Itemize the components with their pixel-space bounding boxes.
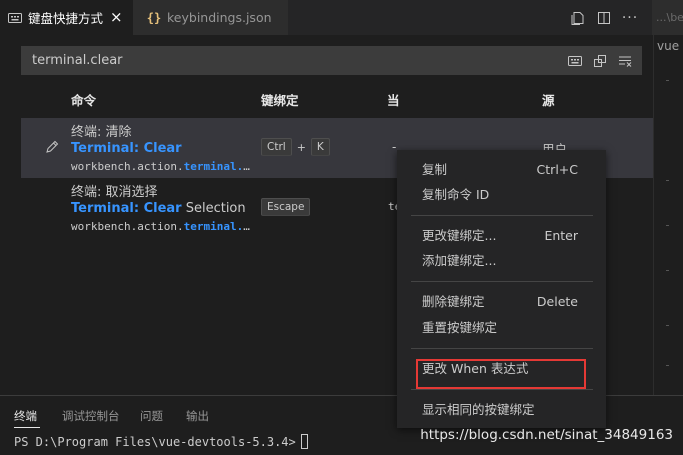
open-json-icon[interactable] xyxy=(565,8,591,28)
split-editor-tab[interactable]: ...\be xyxy=(652,0,683,35)
tab-output[interactable]: 输出 xyxy=(186,408,209,424)
keyboard-icon xyxy=(7,10,23,26)
json-braces-icon: {} xyxy=(146,10,162,25)
key-ctrl: Ctrl xyxy=(261,138,292,156)
menu-item-label: 添加键绑定... xyxy=(422,253,497,268)
command-label: Terminal: Clear Selection xyxy=(71,201,246,216)
match-highlight: Terminal: Clear xyxy=(71,201,182,216)
menu-separator xyxy=(411,348,593,349)
key-k: K xyxy=(310,138,330,156)
menu-item-reset-keybinding[interactable]: 重置按键绑定 xyxy=(397,315,606,341)
keybinding-search-box xyxy=(21,46,642,75)
keybinding: Ctrl + K xyxy=(261,138,330,156)
tab-debug-console[interactable]: 调试控制台 xyxy=(62,408,120,424)
clear-search-icon[interactable] xyxy=(615,51,635,71)
editor-actions: ··· xyxy=(565,0,643,35)
menu-item-shortcut: Delete xyxy=(536,294,578,309)
id-prefix: workbench.action. xyxy=(71,220,184,233)
sort-by-precedence-icon[interactable] xyxy=(590,51,610,71)
when-clause: - xyxy=(392,140,397,154)
tab-keybindings-json[interactable]: {} keybindings.json xyxy=(133,0,288,35)
command-title: 终端: 清除 xyxy=(71,125,132,140)
match-highlight: Terminal: Clear xyxy=(71,141,182,156)
breadcrumb: vue xyxy=(657,39,680,53)
terminal-prompt-line[interactable]: PS D:\Program Files\vue-devtools-5.3.4> xyxy=(14,434,308,449)
tab-label: 键盘快捷方式 xyxy=(28,11,104,26)
id-prefix: workbench.action. xyxy=(71,160,184,173)
command-label: Terminal: Clear xyxy=(71,141,182,156)
editor-tab-bar: 键盘快捷方式 × {} keybindings.json ··· ...\be xyxy=(0,0,683,35)
search-input[interactable] xyxy=(22,47,542,74)
menu-item-add-keybinding[interactable]: 添加键绑定... xyxy=(397,248,606,274)
match-highlight: terminal. xyxy=(183,160,244,173)
column-header-command: 命令 xyxy=(71,93,97,108)
menu-item-copy[interactable]: 复制 Ctrl+C xyxy=(397,157,606,183)
search-tools xyxy=(565,51,635,71)
split-editor-icon[interactable] xyxy=(591,8,617,28)
annotation-highlight-box xyxy=(416,359,586,389)
id-suffix: … xyxy=(243,160,250,173)
menu-separator xyxy=(411,389,593,390)
line-marker xyxy=(666,180,669,181)
line-marker xyxy=(666,225,669,226)
column-header-when: 当 xyxy=(387,93,400,108)
watermark-text: https://blog.csdn.net/sinat_34849163 xyxy=(420,427,673,443)
line-marker xyxy=(666,365,669,366)
pencil-icon[interactable] xyxy=(43,138,61,156)
tab-terminal[interactable]: 终端 xyxy=(14,408,37,424)
command-id: workbench.action.terminal.… xyxy=(71,160,250,173)
menu-separator xyxy=(411,281,593,282)
menu-item-show-same-keybindings[interactable]: 显示相同的按键绑定 xyxy=(397,397,606,423)
line-marker xyxy=(666,270,669,271)
menu-separator xyxy=(411,215,593,216)
line-marker xyxy=(666,80,669,81)
close-icon[interactable]: × xyxy=(110,10,123,25)
tab-label: keybindings.json xyxy=(167,10,272,25)
match-highlight: terminal. xyxy=(183,220,244,233)
terminal-prompt: PS D:\Program Files\vue-devtools-5.3.4> xyxy=(14,434,296,449)
menu-item-label: 更改键绑定... xyxy=(422,228,497,243)
column-header-source: 源 xyxy=(542,93,555,108)
keybinding: Escape xyxy=(261,198,311,216)
menu-item-label: 复制 xyxy=(422,162,448,177)
command-id: workbench.action.terminal.… xyxy=(71,220,250,233)
tab-keyboard-shortcuts[interactable]: 键盘快捷方式 × xyxy=(0,0,133,35)
menu-item-shortcut: Enter xyxy=(544,228,578,243)
label-rest: Selection xyxy=(181,201,246,216)
menu-item-remove-keybinding[interactable]: 删除键绑定 Delete xyxy=(397,289,606,315)
menu-item-copy-command-id[interactable]: 复制命令 ID xyxy=(397,182,606,208)
tab-problems[interactable]: 问题 xyxy=(140,408,163,424)
menu-item-label: 重置按键绑定 xyxy=(422,320,498,335)
id-suffix: … xyxy=(243,220,250,233)
column-header-keybinding: 键绑定 xyxy=(261,93,299,108)
menu-item-shortcut: Ctrl+C xyxy=(536,162,578,177)
menu-item-label: 删除键绑定 xyxy=(422,294,485,309)
command-title: 终端: 取消选择 xyxy=(71,185,158,200)
menu-item-label: 显示相同的按键绑定 xyxy=(422,402,535,417)
menu-item-label: 复制命令 ID xyxy=(422,187,490,202)
active-tab-indicator xyxy=(14,427,40,428)
key-plus: + xyxy=(296,140,306,154)
more-actions-icon[interactable]: ··· xyxy=(617,8,643,28)
line-marker xyxy=(666,325,669,326)
menu-item-change-keybinding[interactable]: 更改键绑定... Enter xyxy=(397,223,606,249)
table-header: 命令 键绑定 当 源 xyxy=(21,86,653,116)
terminal-cursor xyxy=(300,434,308,449)
key-escape: Escape xyxy=(261,198,311,216)
split-editor-strip: vue xyxy=(653,35,683,395)
record-keys-icon[interactable] xyxy=(565,51,585,71)
